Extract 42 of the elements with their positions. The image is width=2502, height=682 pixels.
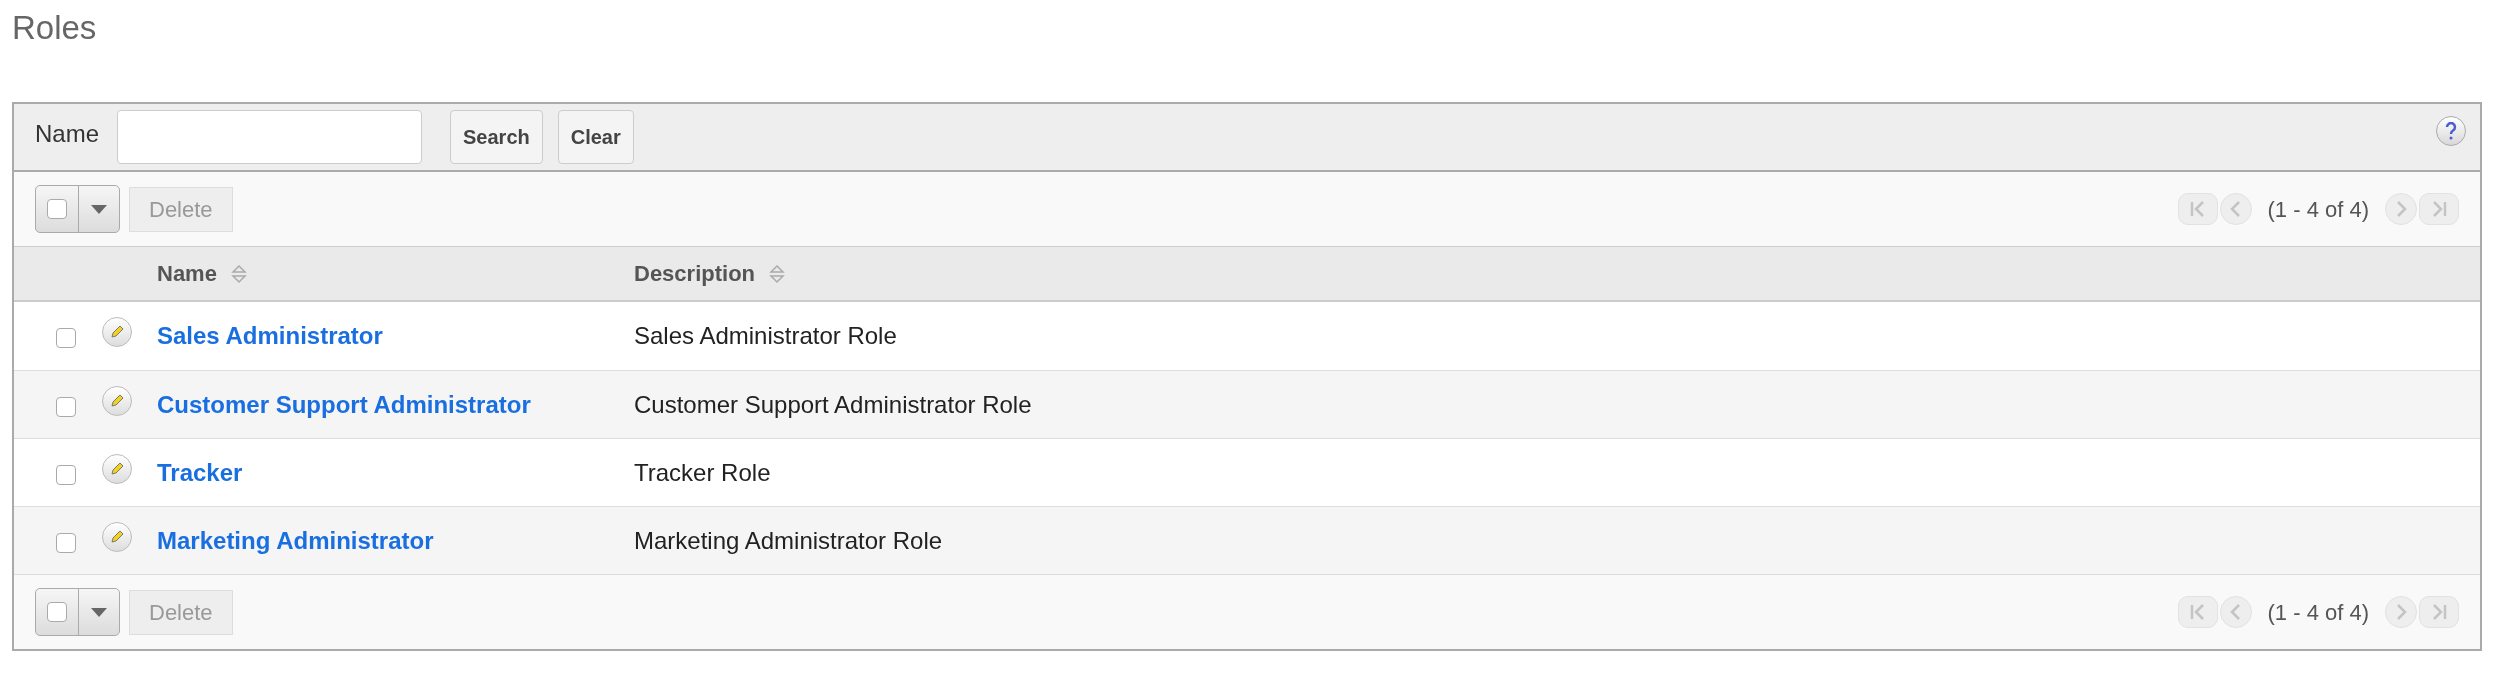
checkbox[interactable] [56,464,76,485]
table-cell-text: Tracker Role [634,457,771,488]
role-link[interactable]: Sales Administrator [157,318,634,354]
last-page-icon [2431,603,2447,621]
chevron-left-icon [2230,603,2241,621]
caret-icon [91,204,107,214]
chevron-left-icon [2230,200,2241,218]
name-input[interactable] [117,110,423,164]
caret-icon [91,607,107,617]
page-summary: (1 - 4 of 4) [2267,598,2369,627]
first-page-icon [2190,603,2205,621]
select-all-dropdown[interactable] [35,185,120,233]
role-link[interactable]: Tracker [157,454,634,491]
search-button[interactable]: Search [450,110,543,164]
sort-icon[interactable] [230,263,247,284]
last-page-icon [2431,200,2447,218]
select-all-dropdown[interactable] [35,588,120,636]
help-icon[interactable] [2436,116,2466,146]
clear-button[interactable]: Clear [557,110,634,164]
edit-icon[interactable] [101,385,132,416]
chevron-right-icon [2395,200,2407,218]
edit-icon[interactable] [101,453,132,484]
table-cell-text: Sales Administrator Role [634,321,897,351]
edit-icon[interactable] [101,317,132,347]
sort-icon[interactable] [769,263,786,284]
checkbox[interactable] [56,396,76,417]
page-summary: (1 - 4 of 4) [2267,195,2369,224]
column-header[interactable]: Description [634,257,756,290]
checkbox[interactable] [47,602,67,622]
table-cell-text: Customer Support Administrator Role [634,389,1032,420]
checkbox[interactable] [56,532,76,553]
checkbox[interactable] [47,199,67,219]
checkbox[interactable] [56,328,76,348]
field-label: Name [35,119,100,149]
first-page-icon [2190,200,2205,218]
role-link[interactable]: Marketing Administrator [157,522,634,559]
column-header[interactable]: Name [157,257,217,290]
role-link[interactable]: Customer Support Administrator [157,386,634,423]
page-title: Roles [12,8,98,48]
table-cell-text: Marketing Administrator Role [634,525,943,556]
edit-icon[interactable] [101,521,132,552]
chevron-right-icon [2395,603,2407,621]
